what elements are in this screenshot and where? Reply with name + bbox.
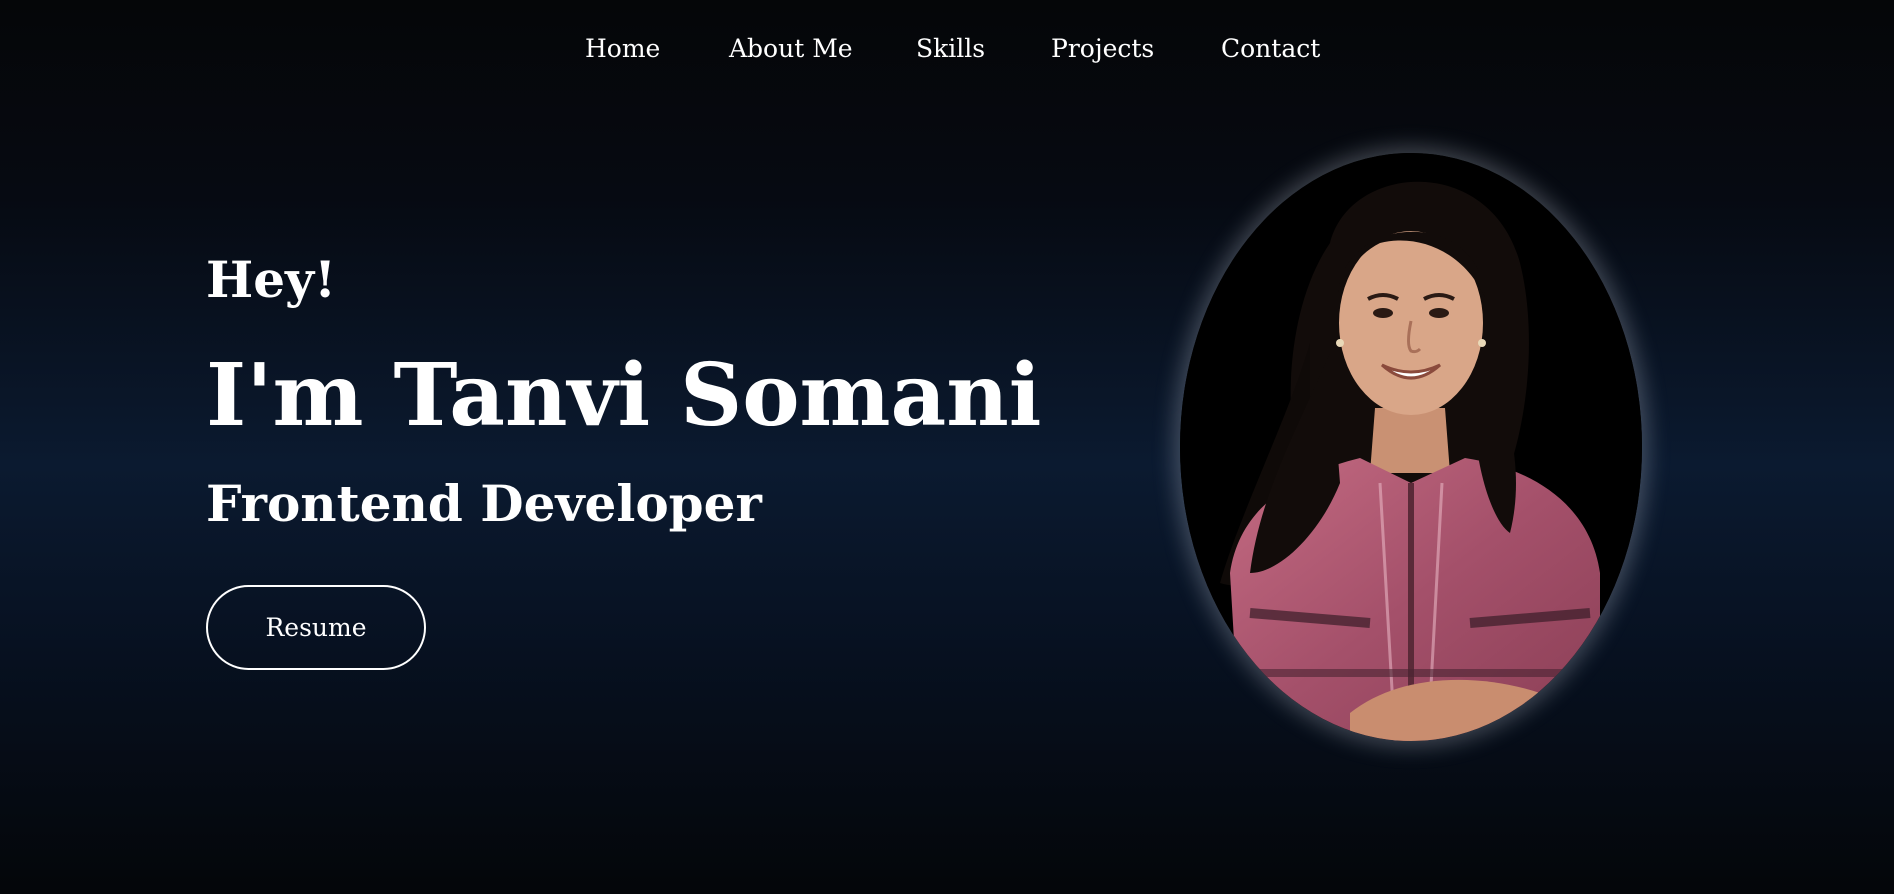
nav-link-projects[interactable]: Projects: [1051, 32, 1154, 66]
hero-greeting: Hey!: [206, 250, 337, 309]
profile-portrait-image: [1180, 153, 1642, 741]
hero-name: I'm Tanvi Somani: [206, 345, 1042, 446]
nav-link-about-me[interactable]: About Me: [729, 32, 853, 66]
nav-link-home[interactable]: Home: [585, 32, 660, 66]
resume-button[interactable]: Resume: [206, 585, 426, 670]
profile-photo: [1180, 153, 1642, 741]
nav-link-contact[interactable]: Contact: [1221, 32, 1320, 66]
nav-link-skills[interactable]: Skills: [916, 32, 985, 66]
hero-role: Frontend Developer: [206, 474, 762, 533]
top-nav: Home About Me Skills Projects Contact: [0, 0, 1894, 98]
